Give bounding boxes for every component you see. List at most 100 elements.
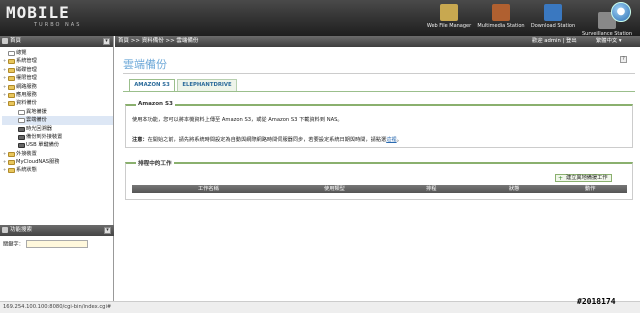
page-title: 雲端備份 xyxy=(123,58,167,71)
sidebar-item-label: 資料備份 xyxy=(16,100,37,107)
section-title: 排程中的工作 xyxy=(136,159,174,167)
user-logout[interactable]: 歡迎 admin | 登出 xyxy=(532,36,577,47)
expand-icon[interactable]: + xyxy=(3,92,7,97)
left-panel: 首頁 ▾ 總覽 + 系統管理 + 磁碟管理 + 權限管理 + 網路服務 + 應用服務 − 資料備份 異地備… xyxy=(0,36,114,301)
sidebar-item[interactable]: 雲端備份 xyxy=(2,116,113,125)
sidebar-item[interactable]: 備份到外接裝置 xyxy=(2,133,113,141)
folder-icon xyxy=(8,92,15,98)
expand-icon[interactable] xyxy=(3,143,7,147)
home-icon xyxy=(2,38,8,44)
expand-icon[interactable]: + xyxy=(3,151,7,156)
expand-icon[interactable]: + xyxy=(3,168,7,172)
folder-icon xyxy=(440,4,458,21)
keyword-row: 關鍵字： xyxy=(3,240,88,248)
description-text: 使用本功能，您可以將本機資料上傳至 Amazon S3，或從 Amazon S3… xyxy=(132,117,343,123)
sidebar-item-label: 外接裝置 xyxy=(16,150,37,157)
folder-icon xyxy=(8,84,15,90)
expand-icon[interactable] xyxy=(3,135,7,139)
page-icon xyxy=(8,51,15,56)
sidebar-item[interactable]: USB 單鍵備份 xyxy=(2,141,113,149)
tab-underline xyxy=(123,91,635,92)
logo-subtitle: TURBO NAS xyxy=(34,22,82,28)
search-panel-title: 功能搜索 ▾ xyxy=(0,225,114,236)
folder-icon xyxy=(8,76,15,82)
language-select[interactable]: 繁體中文 ▾ xyxy=(596,36,622,47)
sidebar-item-label: 異地備援 xyxy=(26,108,47,115)
col-schedule: 排程 xyxy=(426,186,437,192)
sidebar-item-label: 時光回溯器 xyxy=(26,125,52,132)
nav-tree: 總覽 + 系統管理 + 磁碟管理 + 權限管理 + 網路服務 + 應用服務 − 資料備份 異地備援 雲端備份… xyxy=(0,47,113,175)
search-icon xyxy=(2,227,8,233)
media-icon xyxy=(492,4,510,21)
scheduled-jobs-section: 排程中的工作 + 建立異地備援工作 工作名稱 使用類型 排程 狀態 動作 xyxy=(125,159,633,200)
status-bar: 169.254.100.100:8080/cgi-bin/index.cgi# xyxy=(0,301,640,313)
app-window: MOBILE TURBO NAS Web File Manager Multim… xyxy=(0,0,640,313)
here-link[interactable]: 這裡 xyxy=(386,137,396,143)
logo: MOBILE xyxy=(6,3,70,22)
sidebar-item[interactable]: + 外接裝置 xyxy=(2,150,113,158)
sidebar-item[interactable]: − 資料備份 xyxy=(2,99,113,107)
expand-icon[interactable] xyxy=(3,118,7,122)
sidebar-item[interactable]: + 系統管理 xyxy=(2,57,113,65)
sidebar-item[interactable]: 異地備援 xyxy=(2,108,113,116)
home-panel-title: 首頁 ▾ xyxy=(0,36,113,47)
main-content: 雲端備份 ? AMAZON S3 ELEPHANTDRIVE Amazon S3… xyxy=(115,47,640,301)
multimedia-station-button[interactable]: Multimedia Station xyxy=(475,4,527,34)
sidebar-item-label: 權限管理 xyxy=(16,75,37,82)
tab-elephantdrive[interactable]: ELEPHANTDRIVE xyxy=(177,79,237,91)
folder-icon xyxy=(8,59,15,65)
sidebar-item-label: 系統狀態 xyxy=(16,167,37,174)
expand-icon[interactable]: + xyxy=(3,160,7,164)
expand-icon[interactable] xyxy=(3,51,7,55)
col-action: 動作 xyxy=(585,186,596,192)
sidebar-item[interactable]: + MyCloudNAS服務 xyxy=(2,158,113,166)
folder-icon xyxy=(8,101,15,107)
sidebar-item-label: USB 單鍵備份 xyxy=(26,142,60,149)
watermark-id: #2018174 xyxy=(577,297,616,306)
tab-amazon-s3[interactable]: AMAZON S3 xyxy=(129,79,175,91)
download-icon xyxy=(544,4,562,21)
sidebar-item-label: 磁碟管理 xyxy=(16,66,37,73)
device-icon xyxy=(18,134,25,140)
folder-icon xyxy=(8,160,15,166)
sidebar-item[interactable]: + 系統狀態 xyxy=(2,166,113,174)
sidebar-item[interactable]: 時光回溯器 xyxy=(2,125,113,133)
info-icon[interactable]: ● xyxy=(611,2,631,22)
sidebar-item[interactable]: + 權限管理 xyxy=(2,74,113,82)
expand-icon[interactable]: − xyxy=(3,101,7,105)
sidebar-item[interactable]: + 應用服務 xyxy=(2,91,113,99)
header-bar: MOBILE TURBO NAS Web File Manager Multim… xyxy=(0,0,640,37)
page-icon xyxy=(18,109,25,115)
col-job-name: 工作名稱 xyxy=(198,186,219,192)
sidebar-item[interactable]: + 磁碟管理 xyxy=(2,66,113,74)
jobs-table-header: 工作名稱 使用類型 排程 狀態 動作 xyxy=(132,185,627,193)
sidebar-item-label: 網路服務 xyxy=(16,83,37,90)
sidebar-item[interactable]: + 網路服務 xyxy=(2,83,113,91)
note-text: 注意：在開始之前，請先將系統時間設定為自動與網際網路時間伺服器同步，若要設定系統… xyxy=(132,137,402,143)
expand-icon[interactable]: + xyxy=(3,76,7,80)
expand-icon[interactable]: + xyxy=(3,84,7,89)
collapse-icon[interactable]: ▾ xyxy=(104,227,111,234)
sidebar-item-label: MyCloudNAS服務 xyxy=(16,159,60,166)
collapse-icon[interactable]: ▾ xyxy=(103,38,110,45)
amazon-s3-section: Amazon S3 使用本功能，您可以將本機資料上傳至 Amazon S3，或從… xyxy=(125,101,633,148)
create-job-button[interactable]: + 建立異地備援工作 xyxy=(555,174,612,182)
help-icon[interactable]: ? xyxy=(620,56,627,63)
device-icon xyxy=(18,126,25,132)
download-station-button[interactable]: Download Station xyxy=(527,4,579,34)
sidebar-item[interactable]: 總覽 xyxy=(2,49,113,57)
col-type: 使用類型 xyxy=(324,186,345,192)
expand-icon[interactable] xyxy=(3,110,7,114)
expand-icon[interactable] xyxy=(3,127,7,131)
sidebar-item-label: 總覽 xyxy=(16,50,27,56)
sidebar-item-label: 備份到外接裝置 xyxy=(26,133,63,140)
divider xyxy=(123,73,635,74)
folder-icon xyxy=(8,168,15,174)
web-file-manager-button[interactable]: Web File Manager xyxy=(423,4,475,34)
col-status: 狀態 xyxy=(509,186,520,192)
sidebar-item-label: 雲端備份 xyxy=(26,117,47,124)
expand-icon[interactable]: + xyxy=(3,67,7,72)
expand-icon[interactable]: + xyxy=(3,59,7,63)
keyword-input[interactable] xyxy=(25,240,88,248)
folder-icon xyxy=(8,151,15,157)
